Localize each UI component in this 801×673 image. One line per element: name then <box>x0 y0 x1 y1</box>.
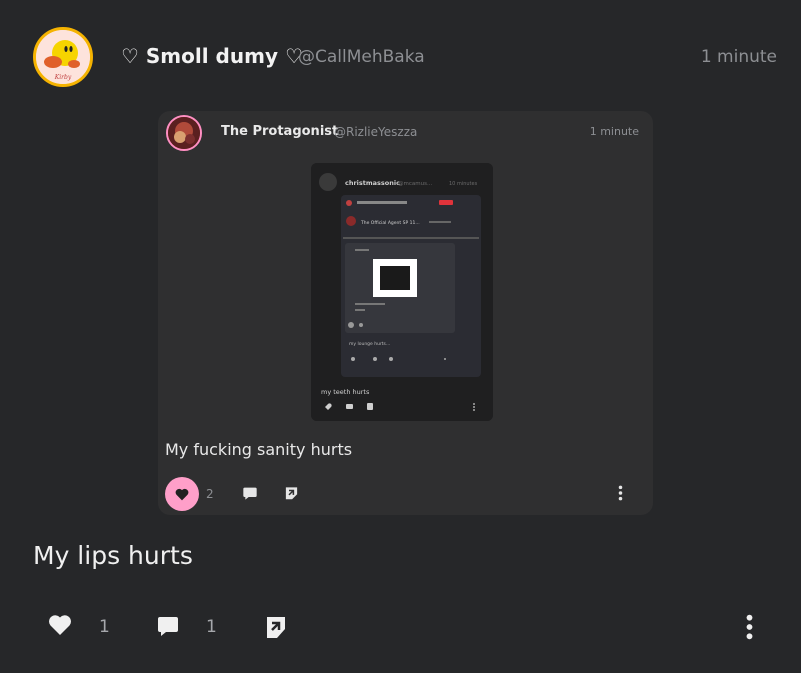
speech-bubble-icon <box>243 487 257 500</box>
quoted-author-name[interactable]: The Protagonist <box>221 124 338 139</box>
speech-bubble-icon <box>158 617 178 636</box>
post-text: My lips hurts <box>33 541 193 570</box>
embedded-handle: @mcamus... <box>398 181 432 187</box>
share-button[interactable] <box>264 614 288 640</box>
post-card: Kirby ♡ Smoll dumy ♡ @CallMehBaka 1 minu… <box>0 0 801 673</box>
vertical-dots-icon <box>618 485 623 501</box>
embedded-screenshot-image[interactable]: christmassonic @mcamus... 10 minutes The… <box>311 163 493 421</box>
avatar-signature: Kirby <box>54 74 72 81</box>
embedded-inner-author: The Official Agent SP 11... <box>360 220 420 226</box>
heart-icon <box>49 615 71 635</box>
like-count: 1 <box>99 617 110 637</box>
quoted-post-timestamp: 1 minute <box>589 125 639 138</box>
author-display-name[interactable]: ♡ Smoll dumy ♡ <box>121 44 303 68</box>
quoted-like-count: 2 <box>206 487 214 501</box>
embedded-author: christmassonic <box>345 179 400 187</box>
share-icon <box>285 487 298 500</box>
comment-count: 1 <box>206 617 217 637</box>
quoted-post-text: My fucking sanity hurts <box>165 440 353 459</box>
post-timestamp: 1 minute <box>700 47 777 67</box>
more-options-button[interactable] <box>746 614 753 640</box>
vertical-dots-icon <box>746 614 753 640</box>
comment-button[interactable] <box>156 614 180 638</box>
like-button[interactable] <box>48 614 72 636</box>
quoted-post-card[interactable]: The Protagonist @RizlieYeszza 1 minute c… <box>158 111 653 515</box>
quoted-author-handle[interactable]: @RizlieYeszza <box>334 125 417 139</box>
quoted-author-avatar[interactable] <box>166 115 202 151</box>
share-icon <box>267 617 285 638</box>
embedded-time: 10 minutes <box>449 181 478 187</box>
embedded-inner-reply: my lounge hurts... <box>349 341 390 347</box>
quoted-share-button[interactable] <box>284 485 299 501</box>
author-handle[interactable]: @CallMehBaka <box>298 47 425 67</box>
author-avatar[interactable]: Kirby <box>33 27 93 87</box>
quoted-more-button[interactable] <box>618 485 623 501</box>
embedded-text: my teeth hurts <box>321 388 370 396</box>
quoted-like-button[interactable] <box>165 477 199 511</box>
quoted-comment-button[interactable] <box>242 485 258 501</box>
heart-icon <box>175 488 189 500</box>
